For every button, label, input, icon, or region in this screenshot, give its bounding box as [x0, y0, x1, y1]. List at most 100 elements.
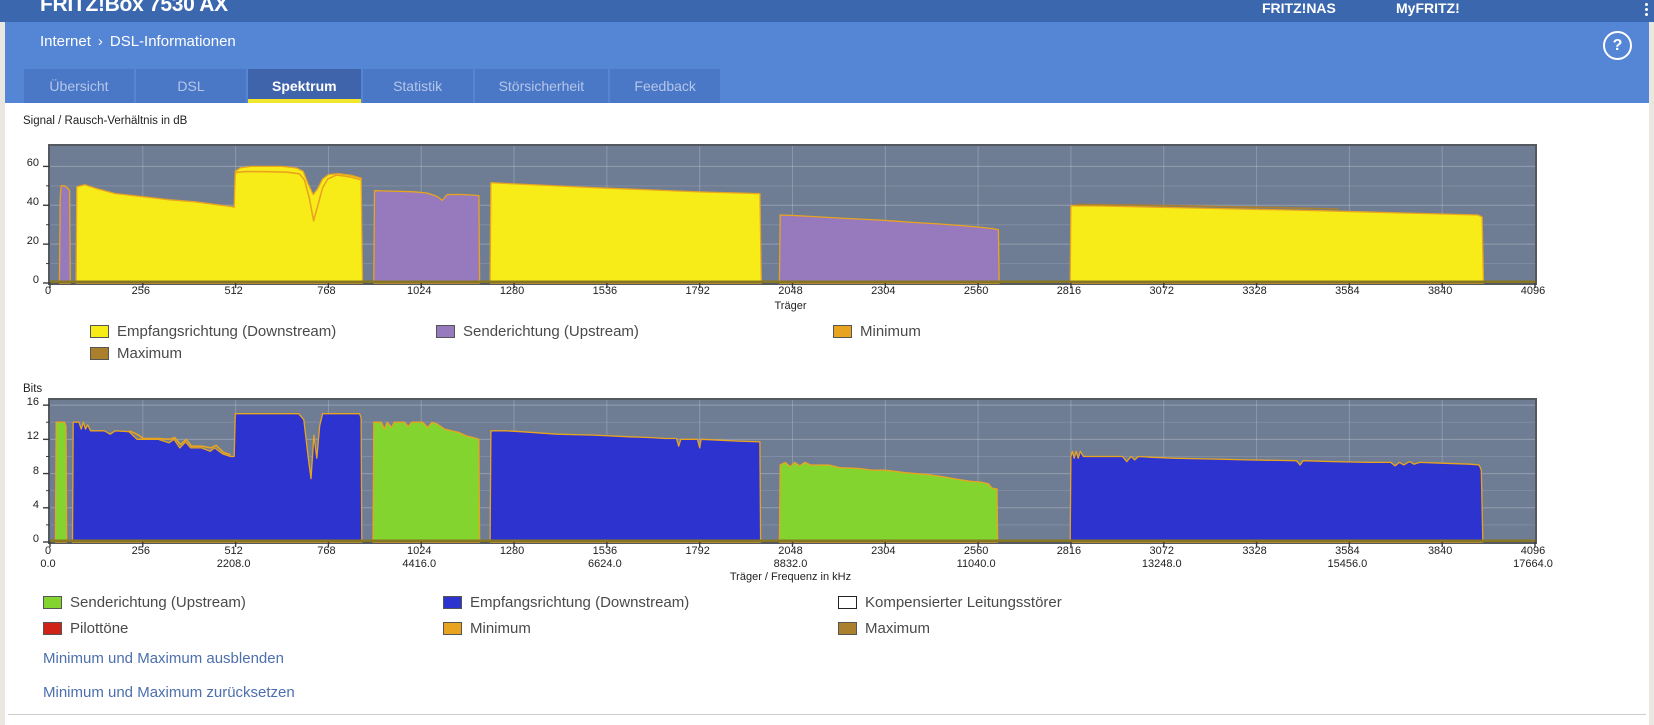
snr-x-tick: 1792: [685, 285, 710, 297]
breadcrumb-page: DSL-Informationen: [109, 33, 236, 50]
bits-y-tick: 16: [26, 396, 39, 409]
snr-x-tick: 3584: [1335, 285, 1360, 297]
top-bar: FRITZ!Box 7530 AX FRITZ!NAS MyFRITZ!: [0, 0, 1654, 22]
snr-x-tick: 1536: [592, 285, 618, 297]
app-title: FRITZ!Box 7530 AX: [40, 0, 228, 16]
bits-freq-tick: 0.0: [40, 558, 56, 570]
bits-freq-tick: 15456.0: [1327, 558, 1368, 570]
link-minimum-und-maximum-ausblenden[interactable]: Minimum und Maximum ausblenden: [43, 650, 284, 667]
tab-statistik[interactable]: Statistik: [362, 69, 473, 103]
legend-item-senderichtung-upstream-: Senderichtung (Upstream): [436, 323, 639, 340]
kebab-menu-icon[interactable]: [1643, 1, 1649, 21]
legend-swatch: [43, 622, 62, 635]
legend-swatch: [838, 622, 857, 635]
snr-x-tick: 512: [224, 285, 243, 297]
breadcrumb: Internet › DSL-Informationen: [40, 33, 236, 50]
nav-myfritz-link[interactable]: MyFRITZ!: [1396, 0, 1460, 16]
legend-label: Minimum: [860, 323, 921, 340]
legend-swatch: [443, 596, 462, 609]
tab-st-rsicherheit[interactable]: Störsicherheit: [474, 69, 609, 103]
legend-swatch: [43, 596, 62, 609]
bits-x-tick: 0: [44, 545, 52, 557]
bits-x-tick: 2304: [871, 545, 896, 557]
bits-x-tick: 1280: [499, 545, 525, 557]
bits-x-tick: 768: [317, 545, 336, 557]
snr-x-tick: 0: [44, 285, 52, 297]
legend-label: Kompensierter Leitungsstörer: [865, 594, 1062, 611]
bits-freq-tick: 11040.0: [956, 558, 996, 570]
bits-x-tick: 1536: [592, 545, 618, 557]
snr-x-axis-label: Träger: [774, 300, 807, 312]
bits-x-axis-label: Träger / Frequenz in kHz: [729, 571, 852, 583]
legend-label: Empfangsrichtung (Downstream): [470, 594, 690, 611]
bits-y-tick: 12: [26, 430, 39, 443]
bits-x-tick: 2048: [778, 545, 803, 557]
legend-label: Senderichtung (Upstream): [463, 323, 639, 340]
link-minimum-und-maximum-zur-cksetzen[interactable]: Minimum und Maximum zurücksetzen: [43, 684, 295, 701]
legend-swatch: [90, 325, 109, 338]
tab-feedback[interactable]: Feedback: [610, 69, 721, 103]
bits-freq-tick: 8832.0: [773, 558, 808, 570]
legend-label: Maximum: [865, 620, 931, 637]
legend-item-empfangsrichtung-downstream-: Empfangsrichtung (Downstream): [443, 594, 689, 611]
bits-x-tick: 512: [224, 545, 243, 557]
bits-chart-title: Bits: [23, 383, 43, 395]
bits-x-tick: 3072: [1149, 545, 1174, 557]
breadcrumb-section[interactable]: Internet: [40, 33, 91, 50]
bits-freq-tick: 13248.0: [1141, 558, 1182, 570]
legend-label: Pilottöne: [70, 620, 129, 637]
bits-plot: [43, 398, 1537, 547]
legend-item-pilott-ne: Pilottöne: [43, 620, 128, 637]
snr-chart-title: Signal / Rausch-Verhältnis in dB: [23, 115, 188, 127]
bits-x-tick: 2560: [963, 545, 989, 557]
legend-item-kompensierter-leitungsst-rer: Kompensierter Leitungsstörer: [838, 594, 1062, 611]
snr-x-tick: 2816: [1056, 285, 1082, 297]
snr-x-tick: 3840: [1427, 285, 1453, 297]
bits-x-tick: 2816: [1056, 545, 1082, 557]
snr-y-tick: 40: [26, 196, 39, 209]
legend-item-maximum: Maximum: [838, 620, 930, 637]
legend-label: Empfangsrichtung (Downstream): [117, 323, 337, 340]
tab-dsl[interactable]: DSL: [136, 69, 246, 103]
bits-x-tick: 256: [131, 545, 150, 557]
bits-x-tick: 1024: [407, 545, 432, 557]
snr-x-tick: 1024: [407, 285, 432, 297]
bits-freq-tick: 4416.0: [402, 558, 437, 570]
bits-freq-tick: 17664.0: [1513, 558, 1553, 570]
legend-swatch: [443, 622, 462, 635]
help-icon[interactable]: ?: [1603, 31, 1632, 60]
bits-x-tick: 4096: [1520, 545, 1546, 557]
snr-plot: [43, 144, 1537, 288]
legend-label: Senderichtung (Upstream): [70, 594, 246, 611]
tab-spektrum[interactable]: Spektrum: [248, 69, 361, 103]
legend-swatch: [436, 325, 455, 338]
legend-label: Maximum: [117, 345, 183, 362]
snr-x-tick: 3072: [1149, 285, 1174, 297]
snr-x-tick: 2304: [871, 285, 896, 297]
content-area: Signal / Rausch-Verhältnis in dB 0 256 512 7…: [5, 103, 1649, 725]
legend-swatch: [838, 596, 857, 609]
snr-x-tick: 1280: [499, 285, 525, 297]
legend-item-maximum: Maximum: [90, 345, 182, 362]
legend-label: Minimum: [470, 620, 531, 637]
snr-x-tick: 768: [317, 285, 336, 297]
legend-swatch: [90, 347, 109, 360]
legend-item-minimum: Minimum: [833, 323, 921, 340]
legend-swatch: [833, 325, 852, 338]
bits-x-tick: 3328: [1242, 545, 1267, 557]
tab--bersicht[interactable]: Übersicht: [24, 69, 134, 103]
bits-freq-tick: 6624.0: [588, 558, 622, 570]
legend-item-senderichtung-upstream-: Senderichtung (Upstream): [43, 594, 246, 611]
snr-x-tick: 2560: [963, 285, 989, 297]
legend-item-minimum: Minimum: [443, 620, 531, 637]
page-header: Internet › DSL-Informationen ? Übersicht DS…: [5, 22, 1649, 103]
breadcrumb-separator: ›: [97, 33, 103, 50]
bits-x-tick: 1792: [685, 545, 710, 557]
legend-item-empfangsrichtung-downstream-: Empfangsrichtung (Downstream): [90, 323, 336, 340]
main-panel: Internet › DSL-Informationen ? Übersicht DS…: [5, 22, 1649, 725]
snr-y-tick: 0: [32, 274, 39, 286]
nav-fritznas-link[interactable]: FRITZ!NAS: [1262, 0, 1336, 16]
snr-x-tick: 3328: [1242, 285, 1267, 297]
bits-y-tick: 4: [32, 498, 39, 511]
snr-x-tick: 256: [131, 285, 150, 297]
